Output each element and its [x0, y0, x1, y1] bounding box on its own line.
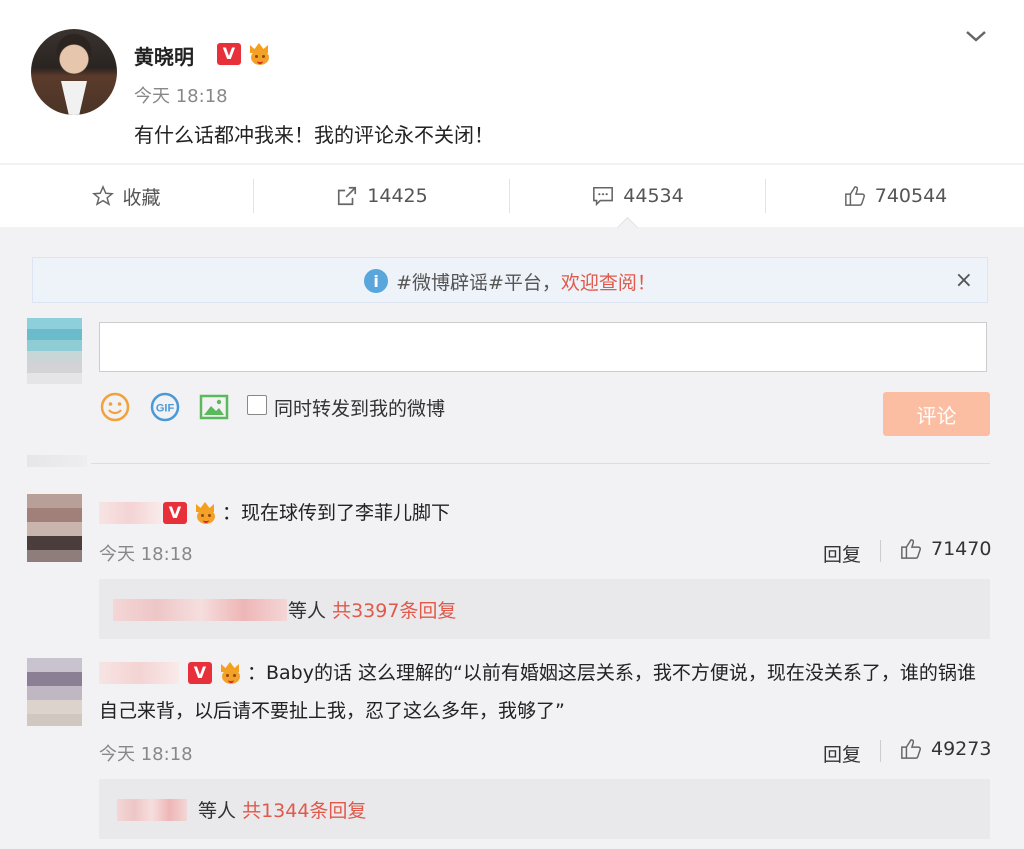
divider	[91, 463, 990, 464]
verified-badge: V	[163, 502, 187, 524]
action-bar: 收藏 14425 44534 740544	[0, 165, 1024, 227]
comment-text: ：Baby的话 这么理解的“以前有婚姻这层关系，我不方便说，现在没关系了，谁的锅…	[99, 662, 976, 722]
thumbs-up-icon	[901, 539, 922, 559]
blurred-reply-names	[117, 799, 187, 821]
comment-time[interactable]: 今天 18:18	[99, 540, 193, 566]
my-avatar[interactable]	[27, 318, 82, 384]
emoji-icon[interactable]	[99, 391, 131, 423]
submit-comment-button[interactable]: 评论	[883, 392, 990, 436]
commenter-name[interactable]	[99, 502, 161, 524]
repost-checkbox[interactable]	[247, 395, 267, 415]
replies-summary-text[interactable]: 等人 共3397条回复	[288, 596, 456, 623]
commenter-avatar[interactable]	[27, 494, 82, 562]
thumbs-up-icon	[844, 186, 865, 206]
action-divider	[880, 740, 881, 762]
repost-checkbox-label[interactable]: 同时转发到我的微博	[274, 394, 445, 421]
notice-highlight[interactable]: 欢迎查阅！	[561, 268, 656, 295]
replies-count[interactable]: 共1344条回复	[242, 800, 366, 822]
favorite-label: 收藏	[122, 186, 161, 209]
post-time[interactable]: 今天 18:18	[134, 82, 228, 108]
replies-count[interactable]: 共3397条回复	[332, 600, 456, 622]
comment-input[interactable]	[99, 322, 987, 372]
blurred-reply-names	[113, 599, 287, 621]
reply-button[interactable]: 回复	[823, 740, 861, 767]
thumbs-up-icon	[901, 739, 922, 759]
repost-button[interactable]: 14425	[254, 165, 509, 227]
comment-time[interactable]: 今天 18:18	[99, 740, 193, 766]
star-icon	[92, 185, 115, 206]
replies-summary[interactable]: 等人 共1344条回复	[99, 779, 990, 839]
rumor-notice: i #微博辟谣#平台， 欢迎查阅！ ×	[32, 257, 988, 303]
reply-button[interactable]: 回复	[823, 540, 861, 567]
comment-text: ：现在球传到了李菲儿脚下	[222, 502, 451, 524]
comment-button[interactable]: 44534	[510, 165, 765, 227]
close-icon[interactable]: ×	[955, 268, 973, 293]
vip-crown-icon	[248, 43, 272, 65]
favorite-button[interactable]: 收藏	[0, 165, 253, 227]
replies-summary[interactable]: 等人 共3397条回复	[99, 579, 990, 639]
author-name[interactable]: 黄晓明	[134, 41, 194, 70]
comment-count: 44534	[623, 185, 684, 207]
vip-crown-icon	[194, 502, 218, 524]
post-text: 有什么话都冲我来！我的评论永不关闭！	[134, 123, 494, 147]
comment-like-button[interactable]: 71470	[899, 538, 991, 560]
notice-text[interactable]: #微博辟谣#平台，	[396, 268, 561, 295]
repost-count: 14425	[367, 185, 428, 207]
weibo-post: 黄晓明 V 今天 18:18 有什么话都冲我来！我的评论永不关闭！	[0, 0, 1024, 163]
replies-suffix: 等人	[198, 800, 237, 822]
info-icon: i	[364, 269, 389, 293]
blurred-area	[27, 455, 87, 467]
image-icon[interactable]	[198, 391, 230, 423]
replies-summary-text[interactable]: 等人 共1344条回复	[198, 796, 366, 823]
comment-like-button[interactable]: 49273	[899, 738, 991, 760]
repost-icon	[338, 186, 357, 206]
verified-badge: V	[217, 43, 241, 65]
commenter-avatar[interactable]	[27, 658, 82, 726]
like-count: 740544	[874, 185, 948, 207]
svg-text:GIF: GIF	[156, 403, 175, 415]
author-avatar[interactable]	[31, 29, 117, 115]
comment-like-count: 71470	[931, 538, 992, 560]
comment-icon	[593, 186, 614, 207]
replies-suffix: 等人	[288, 600, 327, 622]
gif-icon[interactable]: GIF	[149, 391, 181, 423]
chevron-down-icon[interactable]	[964, 28, 986, 44]
like-button[interactable]: 740544	[766, 165, 1024, 227]
comment-like-count: 49273	[931, 738, 992, 760]
action-divider	[880, 540, 881, 562]
